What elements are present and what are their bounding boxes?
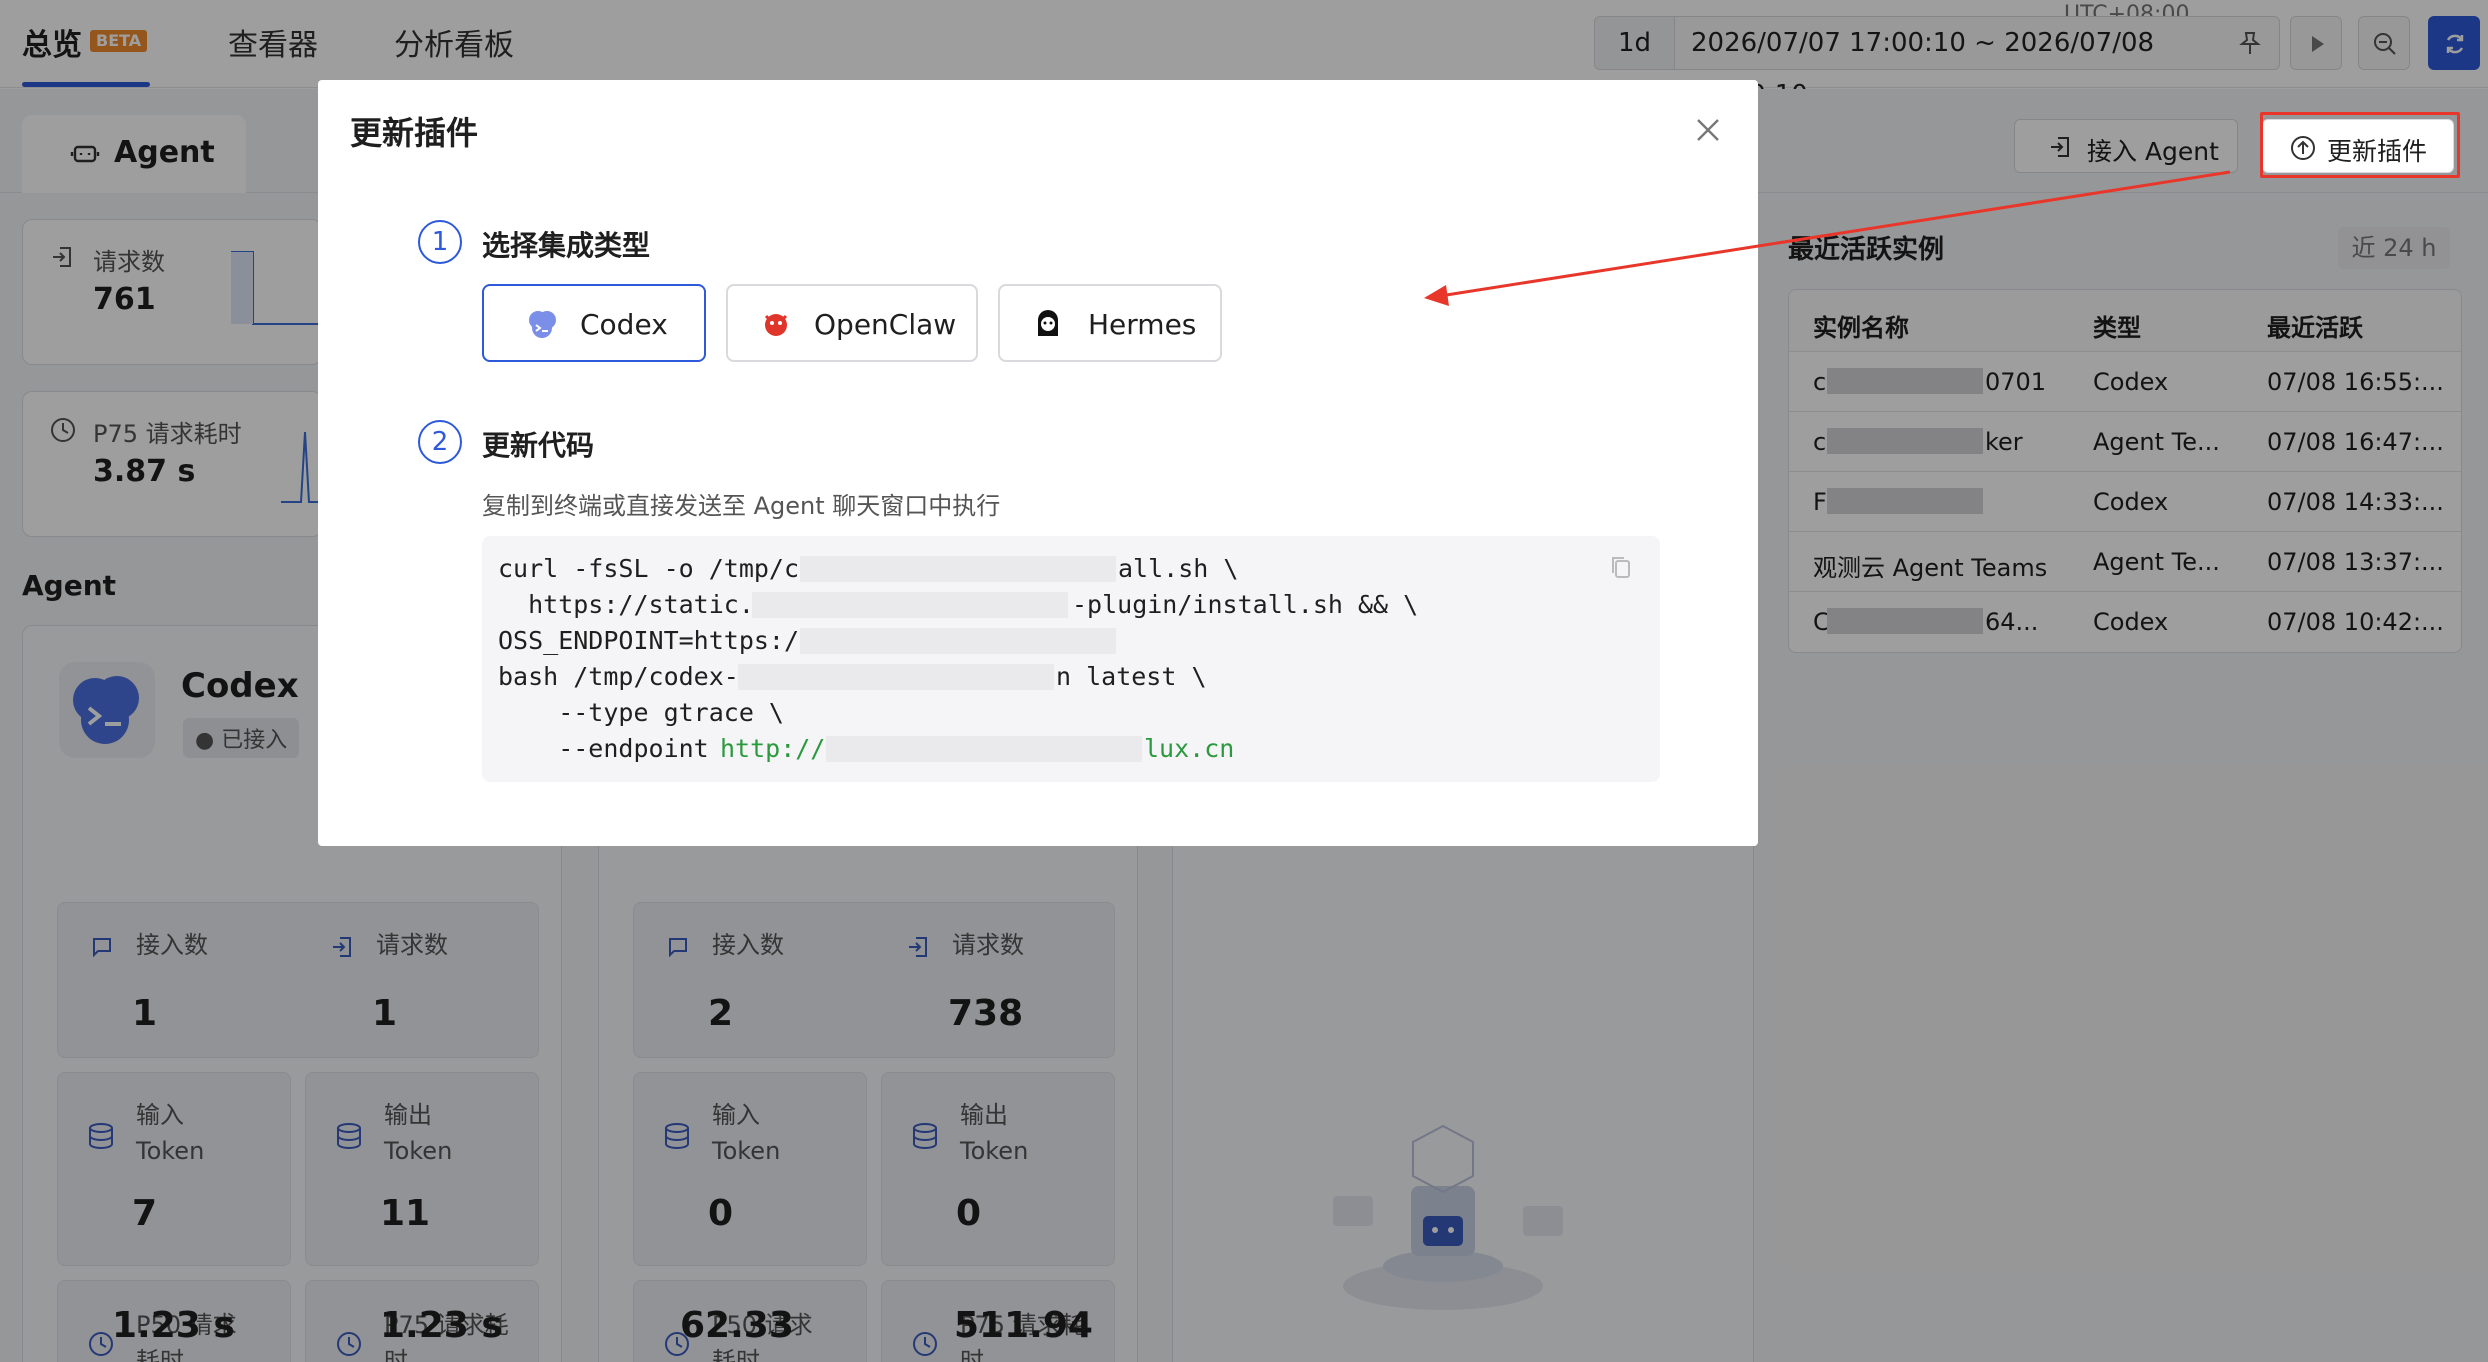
code-line-6c: lux.cn bbox=[1144, 734, 1235, 763]
code-block[interactable]: curl -fsSL -o /tmp/c all.sh \ https://st… bbox=[482, 536, 1660, 782]
step-1-number: 1 bbox=[418, 220, 462, 264]
code-line-5: --type gtrace \ bbox=[498, 698, 784, 727]
code-line-3: OSS_ENDPOINT=https:/ bbox=[498, 626, 800, 655]
type-hermes-button[interactable]: Hermes bbox=[998, 284, 1222, 362]
code-line-6-url: http:// bbox=[720, 734, 826, 763]
code-line-1b: all.sh \ bbox=[1118, 554, 1239, 583]
step-2-description: 复制到终端或直接发送至 Agent 聊天窗口中执行 bbox=[482, 492, 1001, 520]
step-2-number: 2 bbox=[418, 420, 462, 464]
codex-icon bbox=[529, 311, 556, 338]
annotation-highlight-box bbox=[2260, 112, 2460, 178]
close-icon[interactable] bbox=[1690, 112, 1726, 148]
step-2-title: 更新代码 bbox=[482, 429, 595, 462]
redaction-mask bbox=[800, 556, 1116, 582]
code-line-1a: curl -fsSL -o /tmp/c bbox=[498, 554, 800, 583]
copy-icon[interactable] bbox=[1608, 554, 1634, 582]
redaction-mask bbox=[738, 664, 1054, 690]
code-line-4b: n latest \ bbox=[1056, 662, 1207, 691]
code-line-2b: -plugin/install.sh && \ bbox=[1072, 590, 1419, 619]
openclaw-icon bbox=[764, 314, 788, 336]
update-plugin-modal: 更新插件 1 选择集成类型 Codex OpenClaw Hermes 2 更新… bbox=[318, 80, 1758, 846]
code-line-6a: --endpoint bbox=[498, 734, 724, 763]
type-codex-button[interactable]: Codex bbox=[482, 284, 706, 362]
redaction-mask bbox=[752, 592, 1068, 618]
redaction-mask bbox=[826, 736, 1142, 762]
modal-title: 更新插件 bbox=[350, 114, 479, 152]
type-openclaw-button[interactable]: OpenClaw bbox=[726, 284, 978, 362]
code-line-4a: bash /tmp/codex- bbox=[498, 662, 739, 691]
redaction-mask bbox=[800, 628, 1116, 654]
step-1-title: 选择集成类型 bbox=[482, 229, 651, 262]
hermes-icon bbox=[1038, 310, 1058, 336]
code-line-2a: https://static. bbox=[498, 590, 754, 619]
